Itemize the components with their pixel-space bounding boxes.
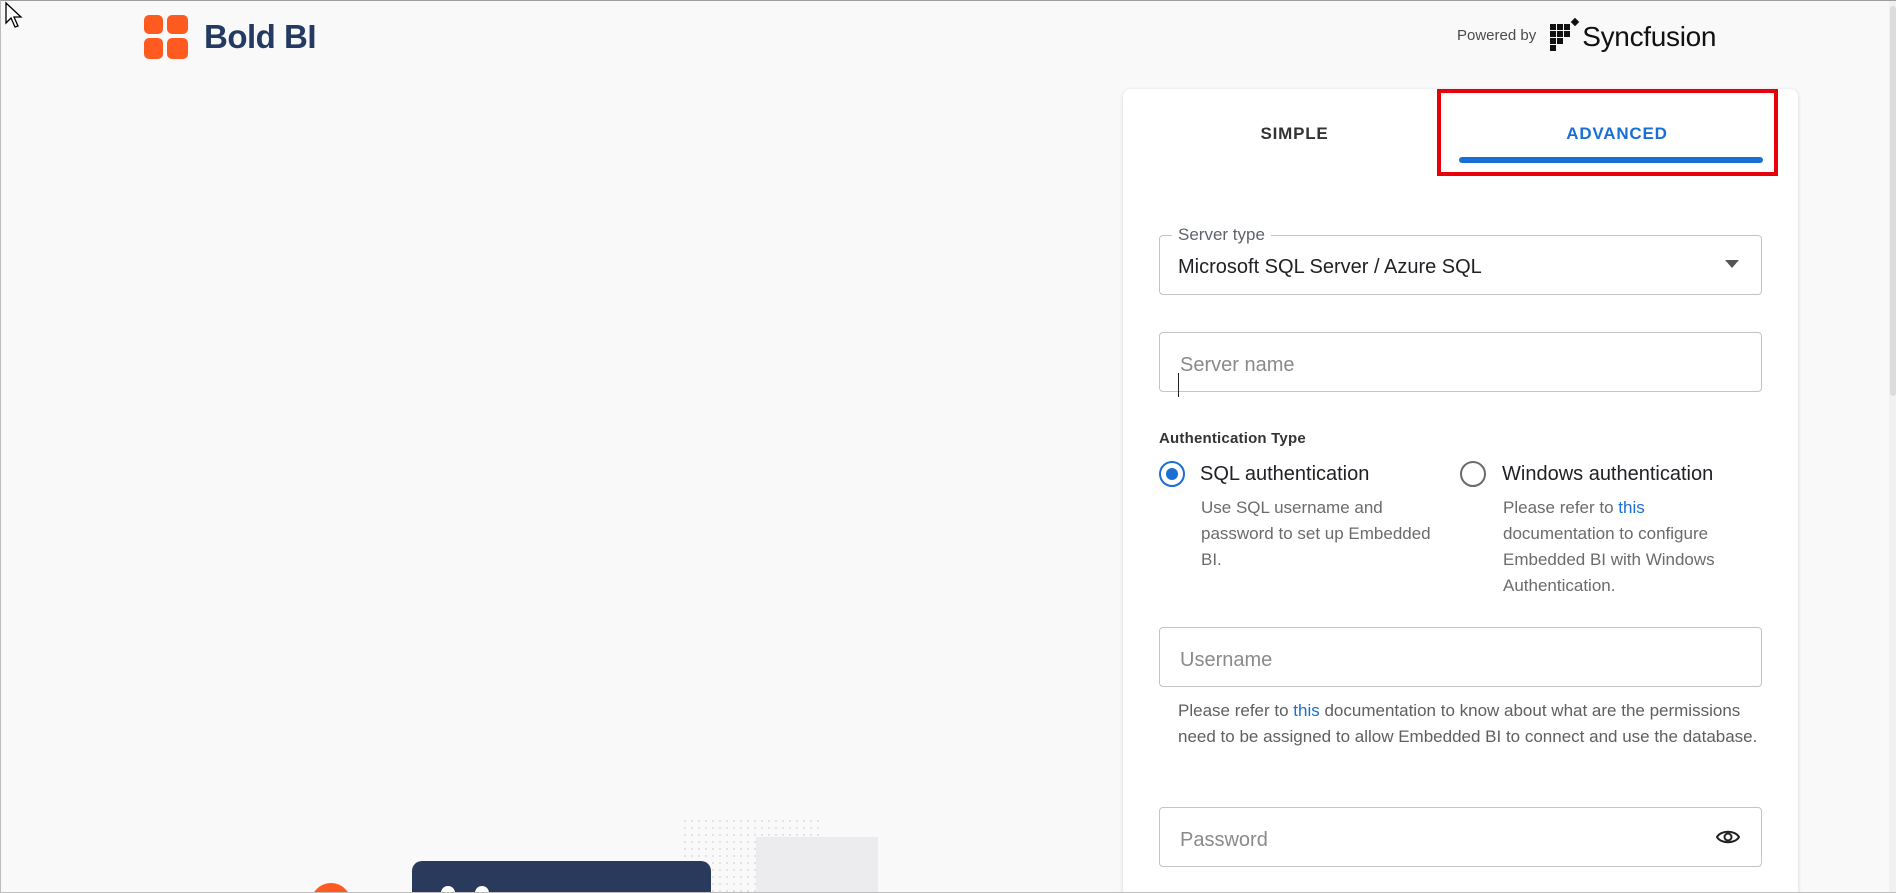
mouse-cursor-icon [5,1,23,28]
server-type-value: Microsoft SQL Server / Azure SQL [1178,256,1482,278]
server-type-select[interactable]: Server type Microsoft SQL Server / Azure… [1159,225,1762,295]
sql-auth-radio[interactable] [1159,461,1185,487]
text-cursor [1178,373,1179,397]
decorative-illustration-card [412,861,711,892]
username-input[interactable]: Username [1159,627,1762,687]
server-name-placeholder: Server name [1180,354,1295,376]
decorative-block [756,837,878,892]
syncfusion-logo[interactable]: Syncfusion [1550,18,1716,52]
decorative-dot [441,886,455,892]
server-type-legend: Server type [1172,225,1271,245]
connection-form-card: SIMPLE ADVANCED Server type Microsoft SQ… [1123,89,1798,892]
powered-by: Powered by Syncfusion [1457,18,1716,52]
windows-auth-label[interactable]: Windows authentication [1502,463,1713,486]
windows-auth-doc-link[interactable]: this [1618,498,1644,517]
windows-auth-help-prefix: Please refer to [1503,498,1619,517]
password-input[interactable]: Password [1159,807,1762,867]
windows-auth-help-suffix: documentation to configure Embedded BI w… [1503,524,1715,595]
annotation-highlight-box [1437,89,1778,176]
syncfusion-wordmark: Syncfusion [1582,21,1717,52]
syncfusion-logo-icon [1550,18,1580,51]
username-help-prefix: Please refer to [1178,701,1294,720]
powered-by-label: Powered by [1457,26,1537,44]
bold-bi-logo-icon [144,15,188,59]
bold-bi-logo[interactable]: Bold BI [144,15,316,59]
dropdown-caret-icon [1725,260,1739,268]
scrollbar-thumb[interactable] [1890,6,1896,396]
app-window: Bold BI Powered by Syncfusion SIMPLE ADV… [0,0,1896,893]
tab-simple[interactable]: SIMPLE [1153,89,1436,179]
permissions-doc-link[interactable]: this [1293,701,1319,720]
brand-name: Bold BI [204,18,316,55]
server-name-input[interactable]: Server name [1159,332,1762,397]
authentication-type-label: Authentication Type [1159,430,1306,447]
eye-icon[interactable] [1715,826,1741,848]
sql-auth-help: Use SQL username and password to set up … [1201,498,1431,569]
username-placeholder: Username [1180,649,1273,671]
windows-auth-help: Please refer to this documentation to co… [1503,495,1743,599]
decorative-dot [475,886,489,892]
sql-auth-label[interactable]: SQL authentication [1200,463,1369,486]
decorative-circle [311,883,351,892]
username-help: Please refer to this documentation to kn… [1178,698,1763,750]
windows-auth-radio[interactable] [1460,461,1486,487]
password-placeholder: Password [1180,829,1268,851]
